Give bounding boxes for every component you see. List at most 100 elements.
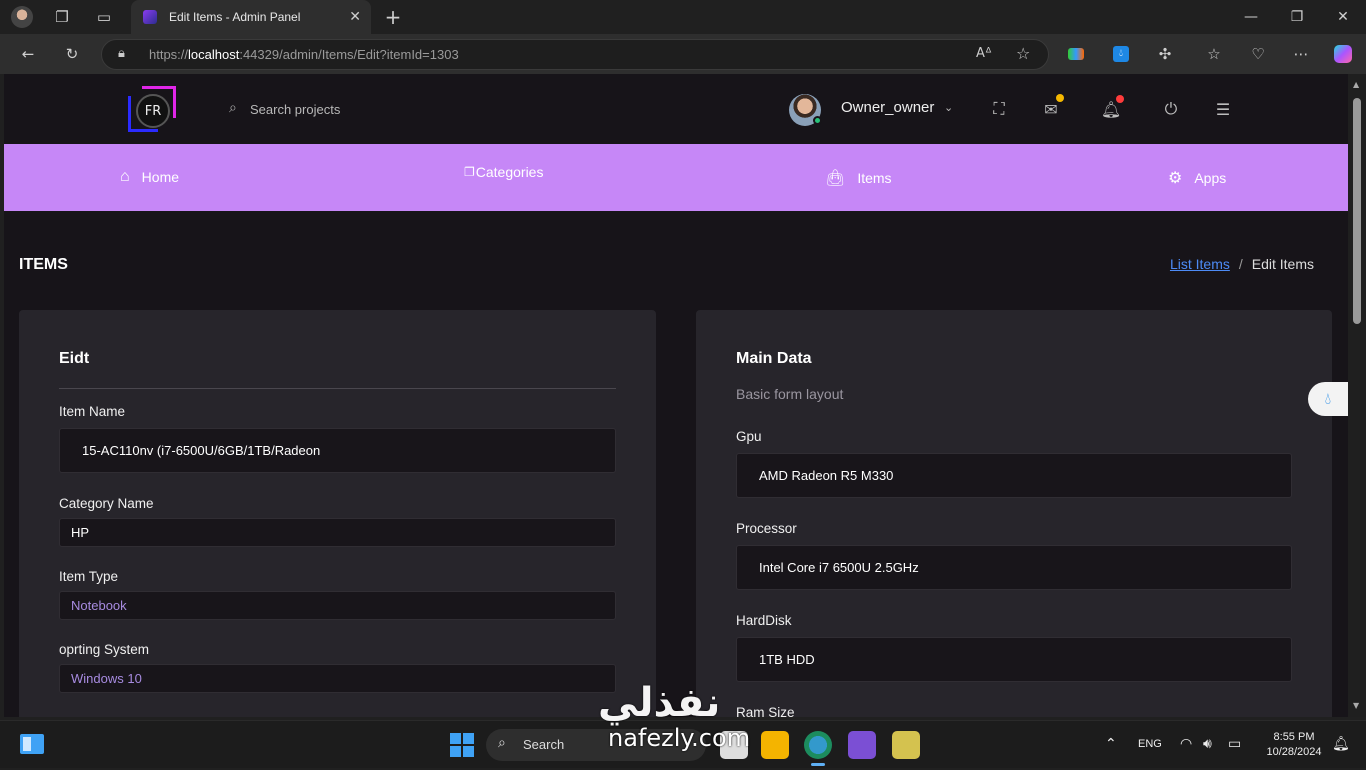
menu-item-items[interactable]: 👜︎ Items	[825, 168, 892, 188]
menu-item-label: Apps	[1194, 170, 1227, 186]
language-indicator[interactable]: ENG	[1138, 738, 1162, 750]
more-options-icon[interactable]: ⋯	[1291, 44, 1311, 64]
lock-icon[interactable]: 🔒︎	[118, 46, 125, 61]
breadcrumb: List Items / Edit Items	[1170, 256, 1314, 272]
app-icon[interactable]	[892, 731, 920, 759]
page-scrollbar[interactable]: ▲ ▼	[1348, 74, 1366, 717]
read-aloud-icon[interactable]: Aᐞ	[976, 46, 992, 61]
field-label: Gpu	[736, 429, 762, 444]
watermark-latin: nafezly.com	[608, 724, 751, 752]
divider	[59, 388, 616, 389]
new-tab-icon[interactable]: +	[382, 5, 404, 29]
card-title: Main Data	[736, 350, 812, 367]
top-navbar: FR ⌕ Owner_owner ⌄ ⛶ ✉ 🔔︎ ⏻ ☰	[4, 74, 1348, 144]
tab-title: Edit Items - Admin Panel	[169, 10, 301, 24]
extension-drop-icon[interactable]: 💧︎	[1111, 44, 1131, 64]
window-close-icon[interactable]: ✕	[1332, 6, 1354, 28]
chevron-down-icon[interactable]: ⌄	[944, 101, 953, 114]
refresh-icon[interactable]: ↻	[62, 44, 82, 64]
home-icon: ⌂	[120, 168, 130, 185]
menu-item-label: Home	[141, 169, 180, 185]
windows-start-icon[interactable]	[450, 733, 474, 757]
page-title: ITEMS	[19, 256, 68, 273]
volume-icon[interactable]: 🔊︎	[1203, 736, 1212, 752]
watermark-arabic: نفذلي	[598, 680, 721, 726]
online-status-dot	[813, 116, 822, 125]
categories-icon: ❐	[464, 165, 475, 179]
admin-page: FR ⌕ Owner_owner ⌄ ⛶ ✉ 🔔︎ ⏻ ☰ ⌂ Home ❐ C…	[4, 74, 1348, 717]
menu-item-label: Items	[857, 170, 892, 186]
main-data-card: Main Data Basic form layout Gpu AMD Rade…	[696, 310, 1332, 717]
notification-badge	[1116, 95, 1124, 103]
drop-sparkle-icon: 💧︎	[1324, 389, 1332, 408]
tab-favicon-icon	[143, 10, 157, 24]
browser-tab-bar: ❐ ▭ Edit Items - Admin Panel ✕ + — ❐ ✕	[0, 0, 1366, 34]
menu-item-home[interactable]: ⌂ Home	[120, 168, 179, 186]
category-name-input[interactable]: HP	[59, 518, 616, 547]
url-text: https://localhost:44329/admin/Items/Edit…	[149, 47, 459, 62]
url-field[interactable]: 🔒︎ https://localhost:44329/admin/Items/E…	[101, 39, 1049, 70]
clock-date: 10/28/2024	[1266, 746, 1322, 758]
tab-actions-icon[interactable]: ▭	[93, 6, 115, 28]
visual-studio-icon[interactable]	[848, 731, 876, 759]
item-type-input[interactable]: Notebook	[59, 591, 616, 620]
menu-item-categories[interactable]: ❐ Categories	[464, 164, 543, 180]
extension-colorful-icon[interactable]	[1066, 44, 1086, 64]
gear-icon: ⚙	[1168, 170, 1183, 187]
browser-essentials-icon[interactable]: ♡	[1248, 44, 1268, 64]
bell-icon[interactable]: 🔔︎	[1100, 95, 1124, 120]
profile-icon[interactable]	[11, 6, 33, 28]
back-icon[interactable]: ←	[18, 44, 38, 64]
mail-icon[interactable]: ✉	[1040, 94, 1064, 120]
active-app-indicator	[811, 763, 825, 766]
processor-input[interactable]: Intel Core i7 6500U 2.5GHz	[736, 545, 1292, 590]
tab-close-icon[interactable]: ✕	[349, 9, 361, 25]
breadcrumb-separator: /	[1238, 256, 1243, 272]
field-label: Item Type	[59, 569, 119, 584]
menu-list-icon[interactable]: ☰	[1212, 98, 1234, 120]
field-label: HardDisk	[736, 613, 792, 628]
scroll-up-icon[interactable]: ▲	[1353, 80, 1359, 89]
chevron-up-icon[interactable]: ⌃	[1105, 736, 1117, 752]
field-label: Item Name	[59, 404, 126, 419]
harddisk-input[interactable]: 1TB HDD	[736, 637, 1292, 682]
restore-icon[interactable]: ❐	[1286, 6, 1308, 28]
item-name-input[interactable]: 15-AC110nv (i7-6500U/6GB/1TB/Radeon	[59, 428, 616, 473]
username-dropdown[interactable]: Owner_owner	[841, 99, 934, 116]
field-label: Processor	[736, 521, 797, 536]
avatar[interactable]	[789, 94, 822, 126]
mail-badge	[1056, 94, 1064, 102]
fullscreen-icon[interactable]: ⛶	[988, 98, 1010, 120]
workspaces-icon[interactable]: ❐	[51, 6, 73, 28]
watermark: نفذلي nafezly.com	[598, 680, 768, 770]
browser-tab-active[interactable]: Edit Items - Admin Panel ✕	[131, 0, 371, 34]
logo[interactable]: FR	[128, 86, 176, 134]
gpu-input[interactable]: AMD Radeon R5 M330	[736, 453, 1292, 498]
copilot-icon[interactable]	[1333, 44, 1353, 64]
shopping-bag-icon: 👜︎	[825, 170, 846, 187]
breadcrumb-current: Edit Items	[1251, 256, 1314, 272]
scroll-down-icon[interactable]: ▼	[1353, 701, 1359, 710]
taskbar-clock[interactable]: 8:55 PM 10/28/2024	[1262, 730, 1326, 760]
favorite-star-icon[interactable]: ☆	[1016, 44, 1030, 63]
search-input[interactable]	[250, 99, 450, 119]
search-icon: ⌕	[229, 100, 237, 116]
battery-icon[interactable]: ▭	[1228, 736, 1241, 752]
search-icon: ⌕	[498, 735, 506, 751]
logo-badge: FR	[136, 94, 170, 128]
breadcrumb-link-list-items[interactable]: List Items	[1170, 256, 1230, 272]
operating-system-input[interactable]: Windows 10	[59, 664, 616, 693]
edge-browser-icon[interactable]	[804, 731, 832, 759]
notification-bell-icon[interactable]: 🔔︎	[1332, 736, 1350, 752]
extensions-puzzle-icon[interactable]: ✣	[1155, 44, 1175, 64]
scrollbar-thumb[interactable]	[1353, 98, 1361, 324]
wifi-icon[interactable]: ◠	[1180, 736, 1192, 752]
customizer-drop-button[interactable]: 💧︎	[1308, 382, 1348, 416]
widgets-icon[interactable]	[20, 734, 44, 754]
minimize-icon[interactable]: —	[1240, 6, 1262, 28]
menu-item-apps[interactable]: ⚙ Apps	[1168, 168, 1226, 188]
power-icon[interactable]: ⏻	[1160, 98, 1182, 120]
browser-address-bar: ← ↻ 🔒︎ https://localhost:44329/admin/Ite…	[0, 34, 1366, 74]
favorites-icon[interactable]: ☆	[1204, 44, 1224, 64]
edit-card: Eidt Item Name 15-AC110nv (i7-6500U/6GB/…	[19, 310, 656, 717]
